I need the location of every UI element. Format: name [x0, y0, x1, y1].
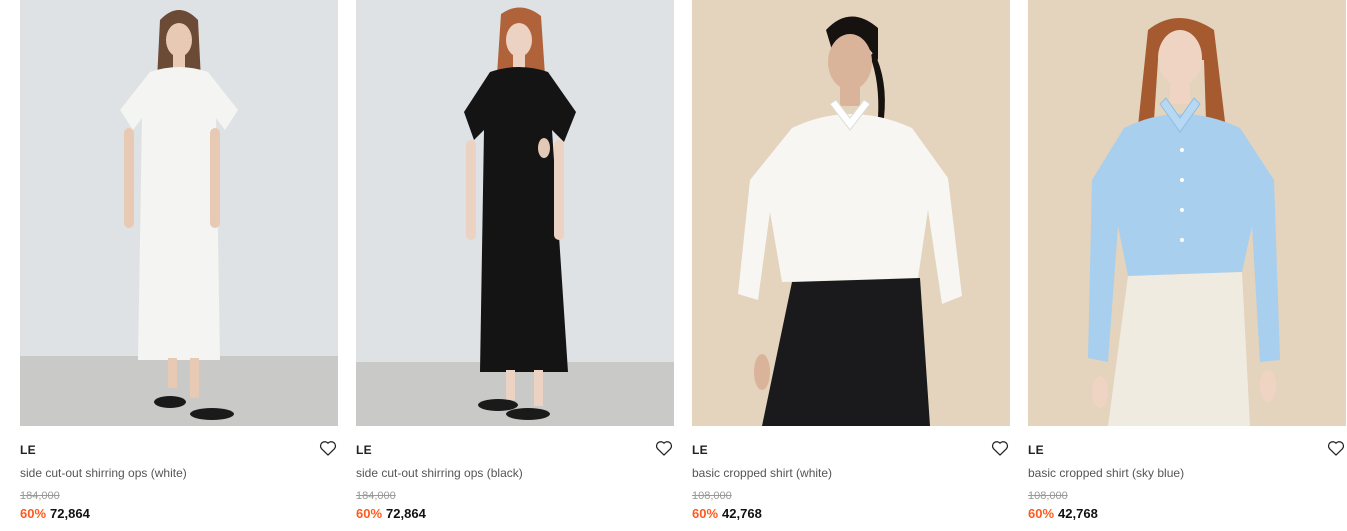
price-row: 60% 72,864 — [20, 506, 90, 521]
price-row: 60% 42,768 — [1028, 506, 1098, 521]
brand-label[interactable]: LE — [1028, 443, 1044, 457]
product-photo-sky-blue-shirt — [1028, 0, 1346, 426]
discount-rate: 60% — [356, 506, 383, 521]
price-row: 60% 72,864 — [356, 506, 426, 521]
discount-rate: 60% — [20, 506, 47, 521]
original-price: 184,000 — [356, 490, 396, 502]
product-name[interactable]: basic cropped shirt (sky blue) — [1028, 466, 1184, 480]
sale-price: 72,864 — [50, 506, 90, 521]
product-card[interactable]: LE basic cropped shirt (white) 108,000 6… — [692, 0, 1010, 531]
original-price: 108,000 — [1028, 490, 1068, 502]
product-image[interactable] — [1028, 0, 1346, 426]
sale-price: 42,768 — [722, 506, 762, 521]
product-image[interactable] — [20, 0, 338, 426]
product-photo-black-dress — [356, 0, 674, 426]
discount-rate: 60% — [692, 506, 719, 521]
product-card[interactable]: LE side cut-out shirring ops (black) 184… — [356, 0, 674, 531]
price-row: 60% 42,768 — [692, 506, 762, 521]
product-card[interactable]: LE side cut-out shirring ops (white) 184… — [20, 0, 338, 531]
discount-rate: 60% — [1028, 506, 1055, 521]
heart-outline-icon[interactable] — [1326, 438, 1346, 458]
sale-price: 72,864 — [386, 506, 426, 521]
product-grid: LE side cut-out shirring ops (white) 184… — [0, 0, 1347, 531]
product-card[interactable]: LE basic cropped shirt (sky blue) 108,00… — [1028, 0, 1346, 531]
original-price: 184,000 — [20, 490, 60, 502]
sale-price: 42,768 — [1058, 506, 1098, 521]
brand-label[interactable]: LE — [20, 443, 36, 457]
product-photo-white-dress — [20, 0, 338, 426]
heart-outline-icon[interactable] — [990, 438, 1010, 458]
heart-outline-icon[interactable] — [318, 438, 338, 458]
product-image[interactable] — [356, 0, 674, 426]
product-photo-white-shirt — [692, 0, 1010, 426]
product-name[interactable]: side cut-out shirring ops (black) — [356, 466, 523, 480]
product-image[interactable] — [692, 0, 1010, 426]
original-price: 108,000 — [692, 490, 732, 502]
product-name[interactable]: basic cropped shirt (white) — [692, 466, 832, 480]
heart-outline-icon[interactable] — [654, 438, 674, 458]
product-name[interactable]: side cut-out shirring ops (white) — [20, 466, 187, 480]
brand-label[interactable]: LE — [692, 443, 708, 457]
brand-label[interactable]: LE — [356, 443, 372, 457]
